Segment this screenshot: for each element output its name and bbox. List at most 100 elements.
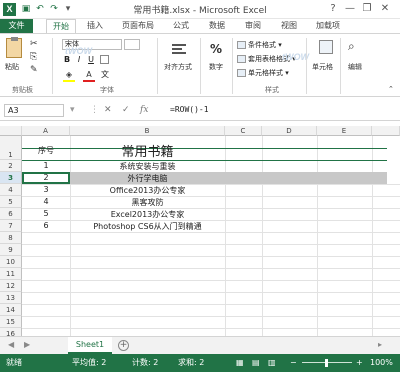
name-box[interactable]: A3 <box>4 104 64 117</box>
cell-a7[interactable]: 6 <box>22 221 70 230</box>
row-header-1[interactable]: 1 <box>0 136 22 160</box>
cell-b6[interactable]: Excel2013办公专家 <box>70 209 225 220</box>
column-header-c[interactable]: C <box>225 126 262 136</box>
close-button[interactable]: ✕ <box>378 2 392 16</box>
page-layout-view-icon[interactable]: ▤ <box>252 354 260 372</box>
row-header-8[interactable]: 8 <box>0 232 22 244</box>
zoom-out-button[interactable]: − <box>290 354 297 372</box>
add-sheet-button[interactable]: + <box>118 340 129 351</box>
number-button[interactable]: 数字 <box>209 62 223 72</box>
prev-sheet-icon[interactable]: ◀ <box>8 340 14 349</box>
row-header-9[interactable]: 9 <box>0 244 22 256</box>
cell-a1[interactable]: 序号 <box>22 145 70 156</box>
fill-color-icon[interactable]: ◈ <box>64 69 74 80</box>
row-header-7[interactable]: 7 <box>0 220 22 232</box>
tab-view[interactable]: 视图 <box>276 19 302 33</box>
tab-page-layout[interactable]: 页面布局 <box>116 19 160 33</box>
cell-a2[interactable]: 1 <box>22 161 70 170</box>
cut-icon[interactable]: ✂ <box>30 39 38 49</box>
row-header-3[interactable]: 3 <box>0 172 22 184</box>
conditional-format-button[interactable]: 条件格式 ▾ <box>237 40 282 51</box>
tab-home[interactable]: 开始 <box>46 19 76 34</box>
select-all-corner[interactable] <box>0 126 22 136</box>
help-icon[interactable]: ? <box>326 2 340 16</box>
row-header-4[interactable]: 4 <box>0 184 22 196</box>
row-header-14[interactable]: 14 <box>0 304 22 316</box>
borders-icon[interactable] <box>100 55 109 64</box>
cell-b5[interactable]: 黑客攻防 <box>70 197 225 208</box>
row-header-10[interactable]: 10 <box>0 256 22 268</box>
cell-a3[interactable]: 2 <box>22 173 70 182</box>
binoculars-icon[interactable]: ⌕ <box>348 39 355 54</box>
grid-line <box>22 328 400 329</box>
cell-styles-button[interactable]: 单元格样式 ▾ <box>237 68 289 79</box>
divider <box>306 38 307 94</box>
row-header-5[interactable]: 5 <box>0 196 22 208</box>
grid-line <box>262 136 263 336</box>
name-box-dropdown-icon[interactable]: ▾ <box>70 105 75 115</box>
restore-button[interactable]: ❐ <box>360 2 374 16</box>
tab-data[interactable]: 数据 <box>204 19 230 33</box>
enter-icon[interactable]: ✓ <box>122 105 130 115</box>
scroll-right-icon[interactable]: ▸ <box>378 340 382 349</box>
cells-button[interactable]: 单元格 <box>312 62 333 72</box>
grid-line <box>22 268 400 269</box>
column-header-a[interactable]: A <box>22 126 70 136</box>
tab-formulas[interactable]: 公式 <box>168 19 194 33</box>
cell-b3[interactable]: 外行学电脑 <box>70 173 225 184</box>
column-header-e[interactable]: E <box>317 126 372 136</box>
cell-a4[interactable]: 3 <box>22 185 70 194</box>
cell-a6[interactable]: 5 <box>22 209 70 218</box>
phonetic-button[interactable]: 文 <box>100 69 110 80</box>
format-painter-icon[interactable]: ✎ <box>30 65 38 75</box>
row-header-11[interactable]: 11 <box>0 268 22 280</box>
zoom-in-button[interactable]: + <box>356 354 363 372</box>
formula-input[interactable]: =ROW()-1 <box>170 105 209 114</box>
tab-addins[interactable]: 加载项 <box>310 19 346 33</box>
cell-a5[interactable]: 4 <box>22 197 70 206</box>
font-size-select[interactable] <box>124 39 140 50</box>
column-header-b[interactable]: B <box>70 126 225 136</box>
tab-review[interactable]: 审阅 <box>240 19 266 33</box>
cancel-icon[interactable]: ✕ <box>104 105 112 115</box>
zoom-slider-thumb[interactable] <box>325 359 328 367</box>
status-count: 计数: 2 <box>132 358 159 367</box>
cell-b1[interactable]: 常用书籍 <box>70 141 225 160</box>
next-sheet-icon[interactable]: ▶ <box>24 340 30 349</box>
cell-b2[interactable]: 系统安装与重装 <box>70 161 225 172</box>
column-header-extra[interactable] <box>372 126 400 136</box>
grid-line <box>22 244 400 245</box>
more-icon: ⋮ <box>90 105 99 115</box>
copy-icon[interactable]: ⎘ <box>30 52 37 62</box>
paste-icon[interactable] <box>6 37 22 58</box>
page-break-view-icon[interactable]: ▥ <box>268 354 276 372</box>
status-sum: 求和: 2 <box>178 358 205 367</box>
tab-file[interactable]: 文件 <box>0 19 33 33</box>
row-header-15[interactable]: 15 <box>0 316 22 328</box>
minimize-button[interactable]: — <box>343 2 357 16</box>
sheet-tab-sheet1[interactable]: Sheet1 <box>68 337 112 354</box>
collapse-ribbon-icon[interactable]: ⌃ <box>388 85 394 93</box>
worksheet-grid[interactable]: A B C D E 1 2 3 4 5 6 7 8 9 10 11 12 13 … <box>0 126 400 336</box>
paste-button[interactable]: 粘贴 <box>5 62 19 72</box>
editing-button[interactable]: 编辑 <box>348 62 362 72</box>
cells-icon[interactable] <box>319 40 333 54</box>
font-color-button[interactable]: A <box>84 69 94 80</box>
row-header-6[interactable]: 6 <box>0 208 22 220</box>
row-header-2[interactable]: 2 <box>0 160 22 172</box>
align-icon[interactable] <box>172 44 186 46</box>
cell-b4[interactable]: Office2013办公专家 <box>70 185 225 196</box>
insert-function-icon[interactable]: fx <box>140 105 148 115</box>
percent-icon[interactable]: % <box>210 42 222 56</box>
row-header-16[interactable]: 16 <box>0 328 22 336</box>
tab-insert[interactable]: 插入 <box>82 19 108 33</box>
zoom-level[interactable]: 100% <box>370 354 393 372</box>
row-header-12[interactable]: 12 <box>0 280 22 292</box>
column-header-d[interactable]: D <box>262 126 317 136</box>
normal-view-icon[interactable]: ▦ <box>236 354 244 372</box>
sheet-tab-bar: ◀ ▶ Sheet1 + ▸ <box>0 336 400 354</box>
row-header-13[interactable]: 13 <box>0 292 22 304</box>
cell-b7[interactable]: Photoshop CS6从入门到精通 <box>70 221 225 232</box>
watermark-logo: tWOW <box>282 52 309 62</box>
alignment-button[interactable]: 对齐方式 <box>164 62 192 72</box>
